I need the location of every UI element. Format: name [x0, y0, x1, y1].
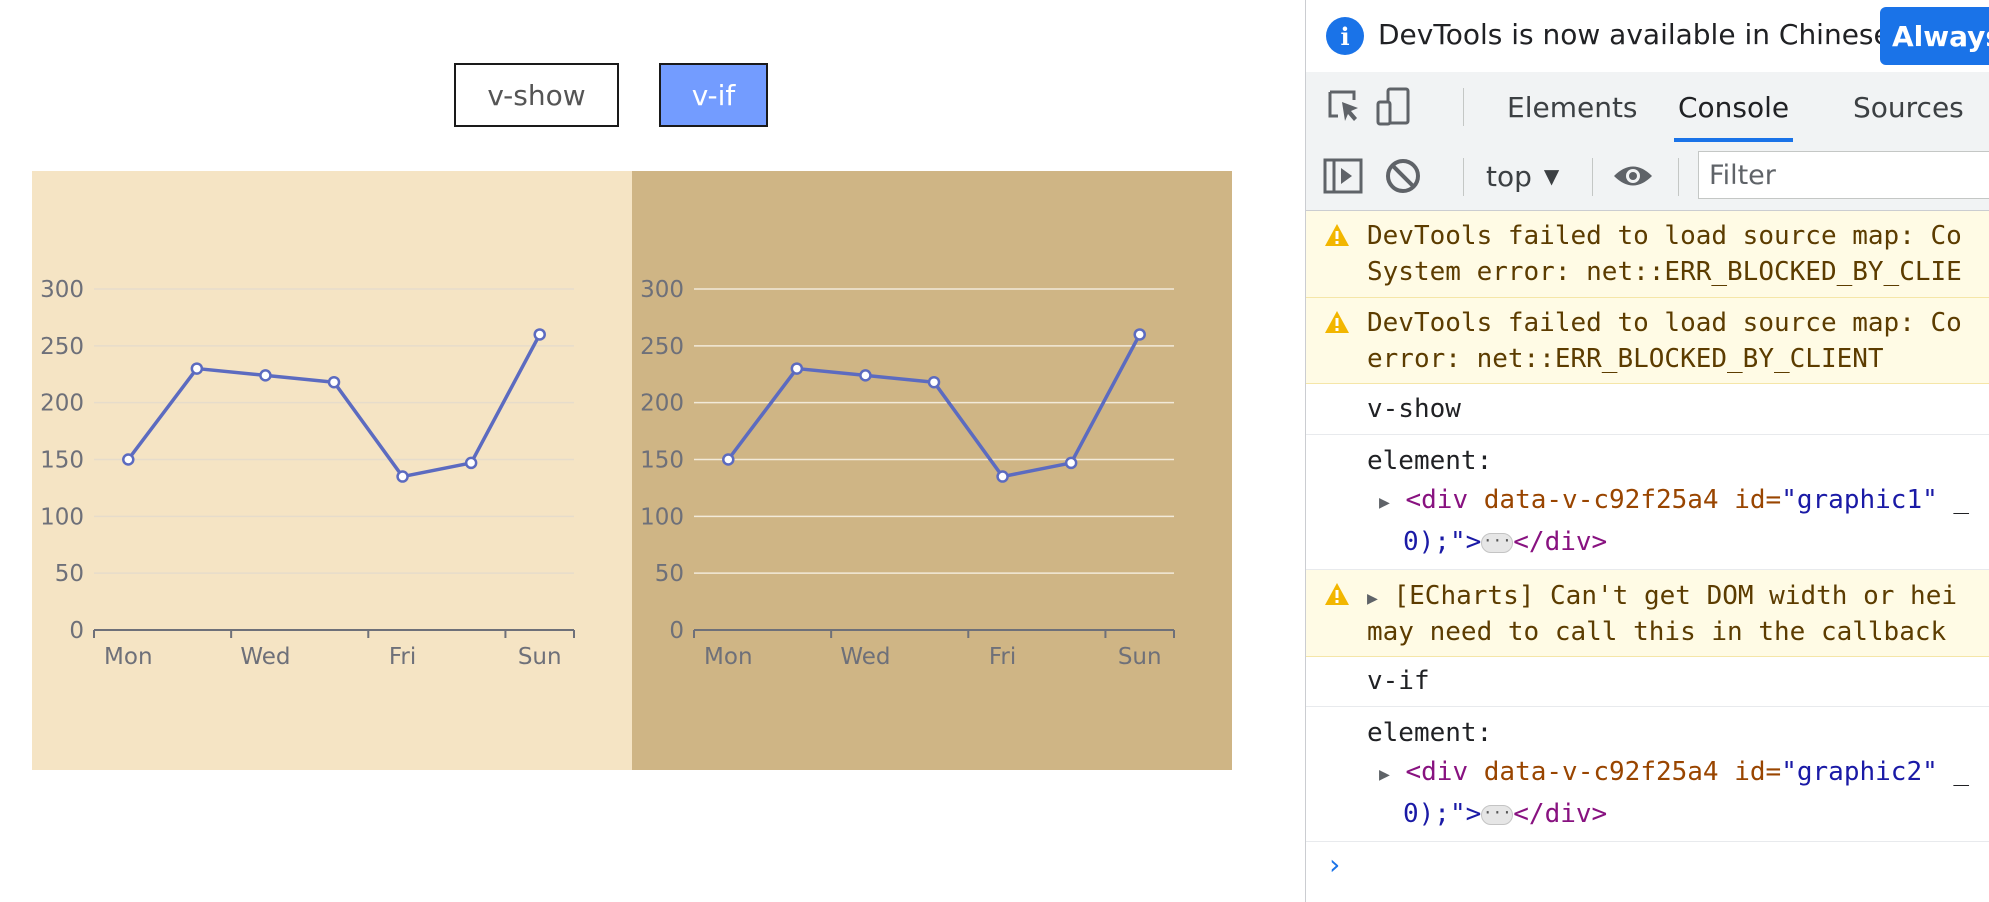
- console-warning: ▶ [ECharts] Can't get DOM width or hei m…: [1306, 570, 1989, 657]
- toolbar-divider: [1678, 158, 1679, 196]
- data-point: [1133, 328, 1146, 341]
- y-tick-label: 50: [55, 561, 84, 587]
- inspect-element-icon[interactable]: [1324, 86, 1366, 128]
- y-tick-label: 0: [69, 618, 84, 644]
- data-point: [190, 362, 204, 375]
- y-tick-label: 0: [669, 618, 684, 644]
- tab-elements[interactable]: Elements: [1507, 72, 1638, 142]
- toolbar-divider: [1463, 158, 1464, 196]
- console-warning: DevTools failed to load source map: Co e…: [1306, 298, 1989, 384]
- data-point: [122, 453, 135, 466]
- data-point: [790, 362, 804, 375]
- warning-icon: [1325, 224, 1349, 246]
- graphic2-chart-panel: 0 50 100 150 200 250 300 Mon Wed Fri Sun: [632, 171, 1232, 770]
- context-selector[interactable]: top ▼: [1486, 142, 1559, 210]
- y-tick-label: 200: [40, 391, 84, 417]
- data-point: [327, 375, 341, 389]
- data-point: [859, 369, 872, 382]
- y-tick-label: 250: [40, 334, 84, 360]
- warning-text: DevTools failed to load source map: Co: [1367, 308, 1962, 338]
- console-log: element: ▶ <div data-v-c92f25a4 id="grap…: [1306, 707, 1989, 842]
- x-tick-label: Mon: [704, 644, 753, 670]
- v-if-button[interactable]: v-if: [659, 63, 768, 127]
- x-tick-label: Mon: [104, 644, 153, 670]
- series-line: [726, 333, 1142, 479]
- console-messages: DevTools failed to load source map: Co S…: [1306, 211, 1989, 842]
- device-toolbar-icon[interactable]: [1374, 86, 1416, 128]
- devtools-tabbar: Elements Console Sources: [1306, 72, 1989, 143]
- x-tick-label: Wed: [840, 644, 890, 670]
- warning-text: DevTools failed to load source map: Co: [1367, 221, 1962, 251]
- toolbar-divider: [1463, 88, 1464, 126]
- warning-text: error: net::ERR_BLOCKED_BY_CLIENT: [1367, 344, 1884, 374]
- x-tick-label: Wed: [240, 644, 290, 670]
- info-icon: i: [1326, 17, 1364, 55]
- y-tick-label: 150: [640, 448, 684, 474]
- console-log: element: ▶ <div data-v-c92f25a4 id="grap…: [1306, 435, 1989, 570]
- y-tick-label: 300: [640, 277, 684, 303]
- chevron-down-icon: ▼: [1543, 164, 1560, 188]
- console-prompt[interactable]: ›: [1326, 848, 1343, 881]
- line-chart-1: 0 50 100 150 200 250 300 Mon Wed Fri Sun: [40, 277, 575, 670]
- y-tick-label: 200: [640, 391, 684, 417]
- infobar-message: DevTools is now available in Chinese!: [1378, 18, 1902, 51]
- console-log: v-if: [1306, 657, 1989, 707]
- x-tick-label: Fri: [989, 644, 1016, 670]
- console-toolbar: top ▼: [1306, 142, 1989, 211]
- y-tick-label: 300: [40, 277, 84, 303]
- expand-triangle-icon[interactable]: ▶: [1367, 588, 1378, 609]
- data-point: [396, 470, 409, 483]
- data-point: [996, 470, 1009, 483]
- x-tick-label: Sun: [518, 644, 562, 670]
- tab-console[interactable]: Console: [1673, 72, 1794, 142]
- log-text: element:: [1367, 446, 1493, 476]
- console-warning: DevTools failed to load source map: Co S…: [1306, 211, 1989, 298]
- data-point: [533, 328, 546, 341]
- dom-node-preview[interactable]: ▶ <div data-v-c92f25a4 id="graphic2" _: [1379, 757, 1969, 787]
- console-log: v-show: [1306, 384, 1989, 435]
- series-line: [126, 333, 542, 479]
- devtools-panel: i DevTools is now available in Chinese! …: [1305, 0, 1989, 902]
- data-point: [464, 456, 478, 470]
- console-filter-input[interactable]: [1698, 151, 1989, 199]
- always-match-language-button[interactable]: Always: [1880, 7, 1989, 65]
- language-infobar: i DevTools is now available in Chinese! …: [1306, 0, 1989, 73]
- line-chart-2: 0 50 100 150 200 250 300 Mon Wed Fri Sun: [640, 277, 1175, 670]
- context-selector-value: top: [1486, 159, 1532, 193]
- data-point: [927, 375, 941, 389]
- y-tick-label: 100: [640, 504, 684, 530]
- y-tick-label: 100: [40, 504, 84, 530]
- ellipsis-icon[interactable]: ···: [1481, 804, 1514, 825]
- x-tick-label: Fri: [389, 644, 416, 670]
- data-point: [1064, 456, 1078, 470]
- expand-triangle-icon[interactable]: ▶: [1379, 492, 1390, 513]
- ellipsis-icon[interactable]: ···: [1481, 532, 1514, 553]
- x-tick-label: Sun: [1118, 644, 1162, 670]
- y-tick-label: 50: [655, 561, 684, 587]
- data-point: [722, 453, 735, 466]
- show-sidebar-icon[interactable]: [1322, 155, 1364, 197]
- eye-icon[interactable]: [1612, 155, 1654, 197]
- v-show-button[interactable]: v-show: [454, 63, 619, 127]
- log-text: v-show: [1367, 394, 1461, 424]
- graphic1-chart-panel: 0 50 100 150 200 250 300 Mon Wed Fri Sun: [32, 171, 632, 770]
- log-text: v-if: [1367, 666, 1430, 696]
- dom-node-preview-end: 0);">···</div>: [1403, 799, 1608, 829]
- warning-text: System error: net::ERR_BLOCKED_BY_CLIE: [1367, 257, 1962, 287]
- demo-page: v-show v-if 0 50 100 150 200 250 300 Mon Wed Fri S…: [0, 0, 1305, 902]
- warning-icon: [1325, 583, 1349, 605]
- y-tick-label: 150: [40, 448, 84, 474]
- expand-triangle-icon[interactable]: ▶: [1379, 764, 1390, 785]
- data-point: [259, 369, 272, 382]
- warning-text-row[interactable]: ▶ [ECharts] Can't get DOM width or hei: [1367, 581, 1957, 611]
- toolbar-divider: [1592, 158, 1593, 196]
- log-text: element:: [1367, 718, 1493, 748]
- y-tick-label: 250: [640, 334, 684, 360]
- clear-console-icon[interactable]: [1382, 155, 1424, 197]
- dom-node-preview[interactable]: ▶ <div data-v-c92f25a4 id="graphic1" _: [1379, 485, 1969, 515]
- warning-icon: [1325, 311, 1349, 333]
- dom-node-preview-end: 0);">···</div>: [1403, 527, 1608, 557]
- tab-sources[interactable]: Sources: [1853, 72, 1964, 142]
- warning-text: may need to call this in the callback: [1367, 617, 1947, 647]
